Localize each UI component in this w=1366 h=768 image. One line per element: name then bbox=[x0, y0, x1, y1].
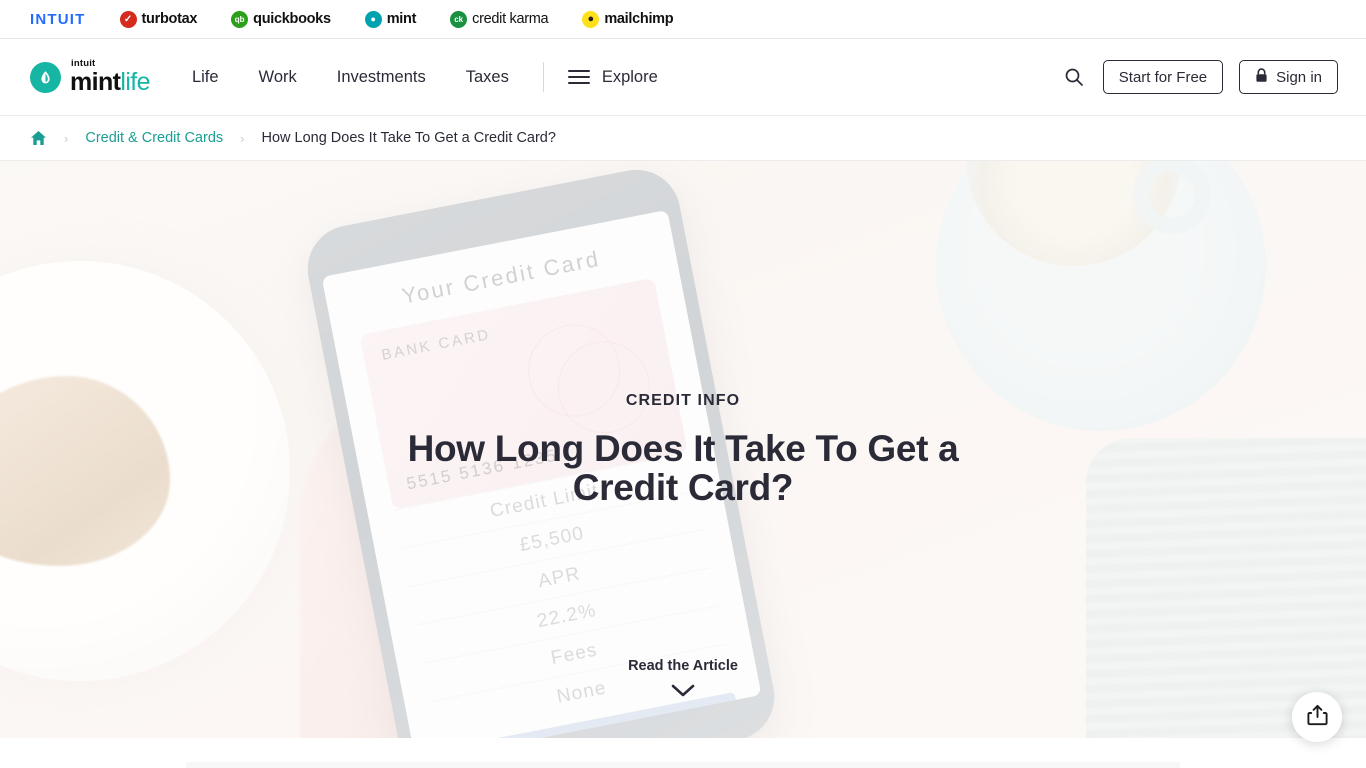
intuit-wordmark: INTUIT bbox=[30, 10, 86, 28]
chevron-down-icon bbox=[670, 683, 696, 703]
brand-link-turbotax[interactable]: ✓ turbotax bbox=[119, 10, 198, 28]
hero-category-label: CREDIT INFO bbox=[625, 391, 741, 409]
breadcrumb-parent-link[interactable]: Credit & Credit Cards bbox=[85, 130, 223, 146]
explore-menu-button[interactable]: Explore bbox=[567, 67, 658, 87]
read-the-article-label: Read the Article bbox=[628, 658, 738, 674]
brand-link-quickbooks[interactable]: qb quickbooks bbox=[231, 10, 331, 28]
sign-in-label: Sign in bbox=[1276, 68, 1322, 86]
article-content-area bbox=[0, 738, 1366, 768]
nav-item-life[interactable]: Life bbox=[192, 68, 219, 87]
brand-link-mint[interactable]: ● mint bbox=[364, 10, 417, 28]
mint-label: mint bbox=[386, 11, 417, 27]
content-placeholder-block bbox=[186, 762, 1180, 768]
brand-link-credit-karma[interactable]: ck credit karma bbox=[450, 10, 549, 28]
share-button[interactable] bbox=[1292, 692, 1342, 742]
lock-icon bbox=[1255, 67, 1268, 87]
hero-content: CREDIT INFO How Long Does It Take To Get… bbox=[0, 161, 1366, 738]
brand-link-mailchimp[interactable]: ● mailchimp bbox=[582, 10, 674, 28]
brand-link-intuit[interactable]: INTUIT bbox=[30, 11, 86, 28]
main-navigation: intuit mintlife Life Work Investments Ta… bbox=[0, 39, 1366, 116]
breadcrumb: › Credit & Credit Cards › How Long Does … bbox=[0, 116, 1366, 161]
mint-leaf-icon bbox=[30, 61, 61, 93]
nav-item-taxes[interactable]: Taxes bbox=[466, 68, 509, 87]
quickbooks-label: quickbooks bbox=[253, 11, 331, 27]
logo-mintlife-text: mintlife bbox=[70, 67, 151, 96]
hero-banner: Your Credit Card BANK CARD 5515 5136 123… bbox=[0, 161, 1366, 738]
sign-in-button[interactable]: Sign in bbox=[1239, 60, 1338, 94]
mint-icon: ● bbox=[364, 10, 382, 28]
explore-label: Explore bbox=[601, 67, 658, 86]
read-the-article-button[interactable]: Read the Article bbox=[0, 658, 1366, 703]
breadcrumb-separator-2: › bbox=[240, 130, 245, 146]
nav-item-work[interactable]: Work bbox=[259, 68, 297, 87]
mailchimp-label: mailchimp bbox=[604, 11, 674, 27]
credit-karma-icon: ck bbox=[450, 10, 468, 28]
nav-links: Life Work Investments Taxes Explore bbox=[192, 62, 658, 92]
mintlife-wordmark: intuit mintlife bbox=[70, 59, 151, 96]
share-icon bbox=[1306, 704, 1328, 731]
nav-item-investments[interactable]: Investments bbox=[337, 68, 426, 87]
mintlife-logo[interactable]: intuit mintlife bbox=[30, 59, 151, 96]
quickbooks-icon: qb bbox=[231, 10, 249, 28]
credit-karma-label: credit karma bbox=[472, 11, 549, 27]
breadcrumb-separator-1: › bbox=[64, 130, 69, 146]
hamburger-icon bbox=[567, 70, 590, 84]
start-for-free-button[interactable]: Start for Free bbox=[1102, 60, 1224, 94]
nav-actions: Start for Free Sign in bbox=[1061, 60, 1338, 94]
logo-life-text: life bbox=[120, 67, 150, 96]
intuit-brand-bar: INTUIT ✓ turbotax qb quickbooks ● mint c… bbox=[0, 0, 1366, 39]
search-icon[interactable] bbox=[1061, 64, 1087, 90]
home-icon[interactable] bbox=[30, 130, 47, 146]
turbotax-icon: ✓ bbox=[119, 10, 137, 28]
start-for-free-label: Start for Free bbox=[1118, 68, 1208, 86]
logo-mint-text: mint bbox=[70, 67, 121, 96]
turbotax-label: turbotax bbox=[141, 11, 198, 27]
nav-divider bbox=[542, 62, 544, 92]
page-title: How Long Does It Take To Get a Credit Ca… bbox=[407, 427, 959, 508]
mailchimp-icon: ● bbox=[582, 10, 600, 28]
breadcrumb-current-page: How Long Does It Take To Get a Credit Ca… bbox=[261, 130, 556, 146]
